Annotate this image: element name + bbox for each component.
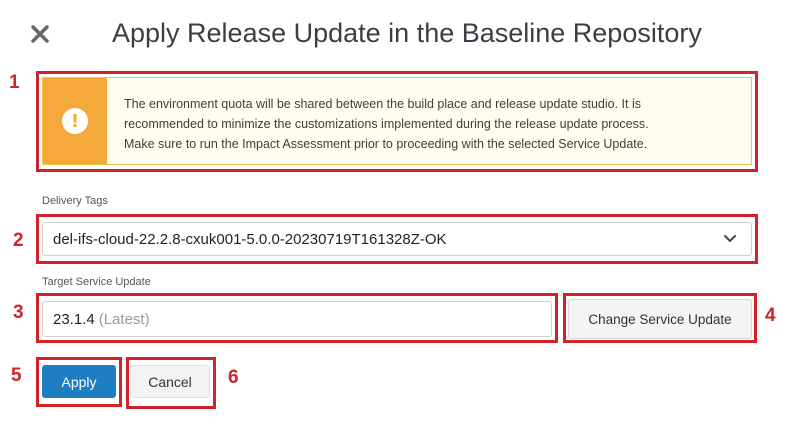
callout-number-5: 5 bbox=[11, 365, 22, 386]
callout-number-6: 6 bbox=[228, 367, 239, 388]
target-service-update-field[interactable]: 23.1.4 (Latest) bbox=[42, 301, 552, 337]
warning-line-2: recommended to minimize the customizatio… bbox=[124, 117, 649, 131]
callout-number-1: 1 bbox=[9, 72, 20, 93]
chevron-down-icon bbox=[724, 235, 736, 242]
warning-line-1: The environment quota will be shared bet… bbox=[124, 97, 641, 111]
warning-banner: ! The environment quota will be shared b… bbox=[42, 77, 752, 165]
callout-number-3: 3 bbox=[13, 302, 24, 323]
warning-icon-column: ! bbox=[43, 78, 107, 164]
warning-message: The environment quota will be shared bet… bbox=[107, 78, 665, 164]
change-service-update-button[interactable]: Change Service Update bbox=[568, 299, 752, 339]
delivery-tags-label: Delivery Tags bbox=[42, 195, 108, 207]
apply-button[interactable]: Apply bbox=[42, 365, 116, 398]
delivery-tags-selected-value: del-ifs-cloud-22.2.8-cxuk001-5.0.0-20230… bbox=[53, 230, 447, 248]
callout-number-2: 2 bbox=[13, 230, 24, 251]
exclamation-circle-icon: ! bbox=[62, 108, 88, 134]
target-service-update-hint: (Latest) bbox=[98, 310, 150, 328]
target-service-update-label: Target Service Update bbox=[42, 276, 151, 288]
close-icon[interactable] bbox=[28, 22, 52, 46]
target-service-update-value: 23.1.4 bbox=[53, 310, 95, 328]
dialog-title: Apply Release Update in the Baseline Rep… bbox=[112, 18, 702, 48]
delivery-tags-select[interactable]: del-ifs-cloud-22.2.8-cxuk001-5.0.0-20230… bbox=[42, 222, 752, 256]
cancel-button[interactable]: Cancel bbox=[130, 365, 210, 398]
warning-line-3: Make sure to run the Impact Assessment p… bbox=[124, 137, 648, 151]
callout-number-4: 4 bbox=[765, 305, 776, 326]
